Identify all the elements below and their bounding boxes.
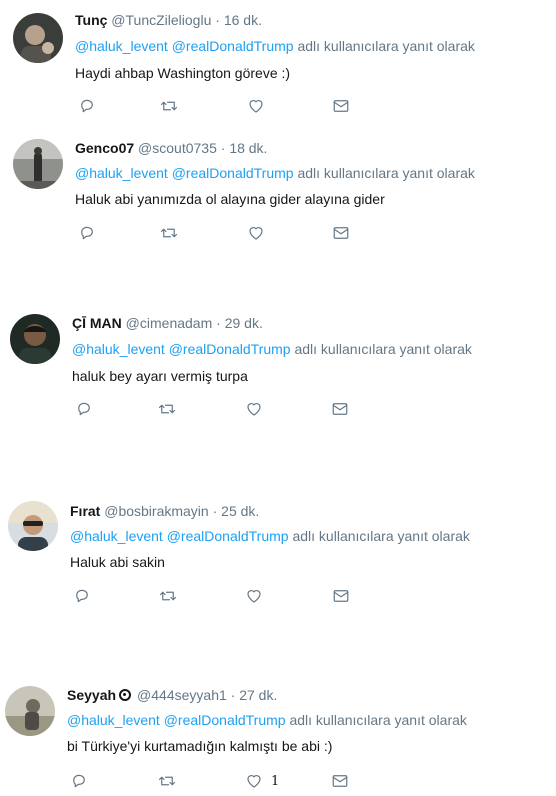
mention-link[interactable]: @realDonaldTrump [169,341,291,357]
timestamp[interactable]: 16 dk. [224,12,262,28]
reply-suffix: adlı kullanıcılara yanıt olarak [297,165,475,181]
user-handle[interactable]: @bosbirakmayin [104,503,208,519]
tweet[interactable]: Seyyah @444seyyah1 · 27 dk. @haluk_levent… [0,672,556,796]
dm-button[interactable] [332,586,352,606]
user-handle[interactable]: @cimenadam [126,315,213,331]
reply-context: @haluk_levent @realDonaldTrump adlı kull… [72,340,472,358]
display-name[interactable]: Fırat [70,503,100,519]
avatar[interactable] [5,686,55,736]
separator: · [212,503,218,519]
reply-button[interactable] [75,399,95,419]
like-button[interactable] [247,96,267,116]
avatar[interactable] [10,314,60,364]
mention-link[interactable]: @haluk_levent [72,341,165,357]
retweet-icon [158,776,176,786]
reply-suffix: adlı kullanıcılara yanıt olarak [289,712,467,728]
reply-button[interactable] [73,586,93,606]
reply-button[interactable] [70,771,90,791]
heart-icon [247,403,261,416]
dm-button[interactable] [331,399,351,419]
tweet-text: Haluk abi yanımızda ol alayına gider ala… [75,191,385,207]
tweet-text: Haydi ahbap Washington göreve :) [75,65,291,81]
envelope-icon [333,590,349,602]
heart-icon [247,590,261,603]
retweet-button[interactable] [160,223,180,243]
reply-icon [78,402,90,416]
heart-icon [249,100,263,113]
reply-suffix: adlı kullanıcılara yanıt olarak [297,38,475,54]
user-handle[interactable]: @444seyyah1 [137,687,227,703]
like-button[interactable] [245,399,265,419]
separator: · [216,315,221,331]
retweet-icon [160,228,178,238]
envelope-icon [332,403,348,415]
mention-link[interactable]: @realDonaldTrump [172,165,294,181]
reply-button[interactable] [78,223,98,243]
mention-link[interactable]: @haluk_levent [75,165,168,181]
envelope-icon [332,775,348,787]
timestamp[interactable]: 18 dk. [229,140,267,156]
mention-link[interactable]: @haluk_levent [67,712,160,728]
separator: · [230,687,236,703]
user-handle[interactable]: @scout0735 [138,140,217,156]
heart-icon [247,775,261,788]
mention-link[interactable]: @realDonaldTrump [172,38,294,54]
envelope-icon [333,227,349,239]
retweet-icon [160,101,178,111]
retweet-button[interactable] [158,771,178,791]
tweet-text: haluk bey ayarı vermiş turpa [72,368,248,384]
like-button[interactable] [245,586,265,606]
retweet-icon [159,591,177,601]
reply-button[interactable] [78,96,98,116]
retweet-icon [158,404,176,414]
reply-context: @haluk_levent @realDonaldTrump adlı kull… [75,164,475,182]
dm-button[interactable] [332,96,352,116]
avatar[interactable] [13,139,63,189]
tweet-text: Haluk abi sakin [70,554,165,570]
retweet-button[interactable] [159,586,179,606]
dm-button[interactable] [332,223,352,243]
avatar[interactable] [8,501,58,551]
timestamp[interactable]: 27 dk. [239,687,277,703]
reply-suffix: adlı kullanıcılara yanıt olarak [292,528,470,544]
mention-link[interactable]: @haluk_levent [75,38,168,54]
reply-icon [81,226,93,240]
reply-icon [81,99,93,113]
reply-context: @haluk_levent @realDonaldTrump adlı kull… [70,527,470,545]
separator: · [215,12,220,28]
reply-suffix: adlı kullanıcılara yanıt olarak [294,341,472,357]
dm-button[interactable] [331,771,351,791]
reply-context: @haluk_levent @realDonaldTrump adlı kull… [75,37,475,55]
display-name[interactable]: Tunç [75,12,107,28]
mention-link[interactable]: @realDonaldTrump [164,712,286,728]
display-name[interactable]: Seyyah [67,687,116,703]
reply-icon [73,774,85,788]
separator: · [220,140,226,156]
tweet[interactable]: ÇĪ MAN @cimenadam · 29 dk. @haluk_levent… [0,300,556,430]
verified-badge-icon [119,689,132,701]
like-button[interactable]: 1 [245,771,295,791]
mention-link[interactable]: @realDonaldTrump [167,528,289,544]
display-name[interactable]: ÇĪ MAN [72,315,122,331]
avatar[interactable] [13,13,63,63]
reply-icon [76,589,88,603]
like-count: 1 [271,773,280,789]
envelope-icon [333,100,349,112]
user-handle[interactable]: @TuncZilelioglu [111,12,211,28]
timestamp[interactable]: 25 dk. [221,503,259,519]
tweet[interactable]: Fırat @bosbirakmayin · 25 dk. @haluk_lev… [0,487,556,617]
tweet[interactable]: Tunç @TuncZilelioglu · 16 dk. @haluk_lev… [0,0,556,125]
retweet-button[interactable] [158,399,178,419]
like-button[interactable] [247,223,267,243]
timestamp[interactable]: 29 dk. [225,315,263,331]
tweet-text: bi Türkiye'yi kurtamadığın kalmıştı be a… [67,738,333,754]
mention-link[interactable]: @haluk_levent [70,528,163,544]
retweet-button[interactable] [160,96,180,116]
reply-context: @haluk_levent @realDonaldTrump adlı kull… [67,711,467,729]
tweet[interactable]: Genco07 @scout0735 · 18 dk. @haluk_leven… [0,125,556,250]
display-name[interactable]: Genco07 [75,140,134,156]
heart-icon [249,227,263,240]
